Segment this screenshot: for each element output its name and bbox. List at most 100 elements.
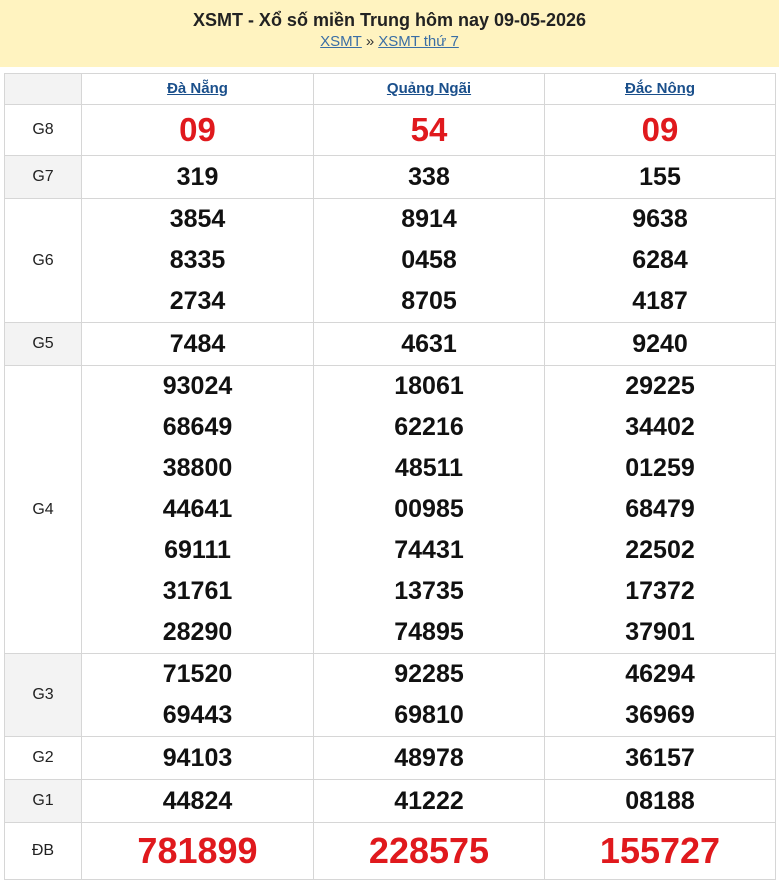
prize-cell: 44824 <box>81 779 314 823</box>
prize-number: 38800 <box>162 454 233 482</box>
prize-row-g6: G6 3854 8335 2734 8914 0458 8705 9638 6284 4187 <box>4 198 776 323</box>
prize-number: 338 <box>408 163 450 191</box>
province-link-dac-nong[interactable]: Đắc Nông <box>625 80 695 97</box>
province-link-da-nang[interactable]: Đà Nẵng <box>167 80 228 97</box>
prize-row-g5: G5 7484 4631 9240 <box>4 322 776 366</box>
province-header: Đắc Nông <box>544 73 776 105</box>
prize-number: 94103 <box>162 744 233 772</box>
prize-number: 08188 <box>625 787 695 815</box>
breadcrumb: XSMT» XSMT thứ 7 <box>0 32 779 52</box>
prize-number: 41222 <box>394 787 464 815</box>
prize-number: 36969 <box>625 701 695 729</box>
header-corner <box>4 73 82 105</box>
prize-number: 228575 <box>368 830 490 871</box>
prize-number: 319 <box>176 163 219 191</box>
prize-cell: 93024 68649 38800 44641 69111 31761 28290 <box>81 365 314 654</box>
prize-label: G2 <box>4 736 82 780</box>
prize-number: 01259 <box>625 454 695 482</box>
prize-cell: 54 <box>313 104 545 156</box>
prize-number: 28290 <box>162 618 233 646</box>
prize-cell: 155727 <box>544 822 776 880</box>
prize-cell: 8914 0458 8705 <box>313 198 545 323</box>
prize-number: 93024 <box>162 372 233 400</box>
prize-number: 0458 <box>401 246 457 274</box>
prize-number: 68479 <box>625 495 695 523</box>
prize-cell: 41222 <box>313 779 545 823</box>
prize-cell: 36157 <box>544 736 776 780</box>
prize-label: G7 <box>4 155 82 199</box>
prize-number: 54 <box>410 111 448 148</box>
prize-row-g1: G1 44824 41222 08188 <box>4 779 776 823</box>
prize-number: 155 <box>639 163 681 191</box>
prize-cell: 7484 <box>81 322 314 366</box>
breadcrumb-separator: » <box>365 33 375 50</box>
prize-number: 3854 <box>169 205 226 233</box>
prize-number: 37901 <box>625 618 695 646</box>
breadcrumb-xsmt-link[interactable]: XSMT <box>320 33 362 50</box>
prize-number: 8705 <box>401 287 457 315</box>
prize-number: 44641 <box>162 495 233 523</box>
prize-number: 8335 <box>169 246 226 274</box>
prize-cell: 155 <box>544 155 776 199</box>
prize-number: 69111 <box>164 536 231 564</box>
prize-number: 29225 <box>625 372 695 400</box>
prize-number: 6284 <box>632 246 688 274</box>
prize-cell: 08188 <box>544 779 776 823</box>
prize-label: G1 <box>4 779 82 823</box>
province-header: Đà Nẵng <box>81 73 314 105</box>
prize-cell: 3854 8335 2734 <box>81 198 314 323</box>
prize-number: 44824 <box>162 787 233 815</box>
province-header: Quảng Ngãi <box>313 73 545 105</box>
prize-number: 00985 <box>394 495 464 523</box>
prize-number: 68649 <box>162 413 233 441</box>
prize-number: 13735 <box>394 577 464 605</box>
prize-cell: 48978 <box>313 736 545 780</box>
prize-number: 4187 <box>632 287 688 315</box>
prize-label: G5 <box>4 322 82 366</box>
prize-number: 71520 <box>162 660 233 688</box>
prize-number: 34402 <box>625 413 695 441</box>
prize-row-g7: G7 319 338 155 <box>4 155 776 199</box>
prize-number: 9240 <box>632 330 688 358</box>
prize-row-g4: G4 93024 68649 38800 44641 69111 31761 28290 180… <box>4 365 776 654</box>
prize-label: ĐB <box>4 822 82 880</box>
prize-cell: 228575 <box>313 822 545 880</box>
prize-number: 17372 <box>625 577 695 605</box>
prize-number: 92285 <box>394 660 464 688</box>
breadcrumb-xsmt-thu7-link[interactable]: XSMT thứ 7 <box>378 33 459 50</box>
prize-row-g8: G8 09 54 09 <box>4 104 776 156</box>
prize-cell: 18061 62216 48511 00985 74431 13735 74895 <box>313 365 545 654</box>
prize-cell: 9638 6284 4187 <box>544 198 776 323</box>
prize-number: 8914 <box>401 205 457 233</box>
prize-number: 48511 <box>394 454 464 482</box>
results-table: Đà Nẵng Quảng Ngãi Đắc Nông G8 09 54 09 G7 31… <box>4 73 776 880</box>
prize-cell: 94103 <box>81 736 314 780</box>
prize-label: G8 <box>4 104 82 156</box>
prize-number: 31761 <box>162 577 233 605</box>
prize-number: 7484 <box>169 330 226 358</box>
prize-number: 4631 <box>401 330 457 358</box>
prize-label: G6 <box>4 198 82 323</box>
prize-number: 22502 <box>625 536 695 564</box>
prize-cell: 71520 69443 <box>81 653 314 737</box>
prize-number: 74895 <box>394 618 464 646</box>
prize-number: 09 <box>641 111 679 148</box>
prize-number: 9638 <box>632 205 688 233</box>
prize-number: 09 <box>179 111 216 148</box>
prize-cell: 29225 34402 01259 68479 22502 17372 37901 <box>544 365 776 654</box>
prize-number: 2734 <box>169 287 226 315</box>
prize-row-g3: G3 71520 69443 92285 69810 46294 36969 <box>4 653 776 737</box>
province-header-row: Đà Nẵng Quảng Ngãi Đắc Nông <box>4 73 776 105</box>
prize-cell: 46294 36969 <box>544 653 776 737</box>
prize-number: 74431 <box>394 536 464 564</box>
prize-label: G3 <box>4 653 82 737</box>
prize-cell: 92285 69810 <box>313 653 545 737</box>
prize-number: 69443 <box>162 701 233 729</box>
province-link-quang-ngai[interactable]: Quảng Ngãi <box>387 80 471 97</box>
page-header: XSMT - Xổ số miền Trung hôm nay 09-05-20… <box>0 0 779 67</box>
prize-cell: 781899 <box>81 822 314 880</box>
page-title: XSMT - Xổ số miền Trung hôm nay 09-05-20… <box>192 10 587 30</box>
prize-cell: 09 <box>544 104 776 156</box>
prize-number: 69810 <box>394 701 464 729</box>
prize-number: 18061 <box>394 372 464 400</box>
